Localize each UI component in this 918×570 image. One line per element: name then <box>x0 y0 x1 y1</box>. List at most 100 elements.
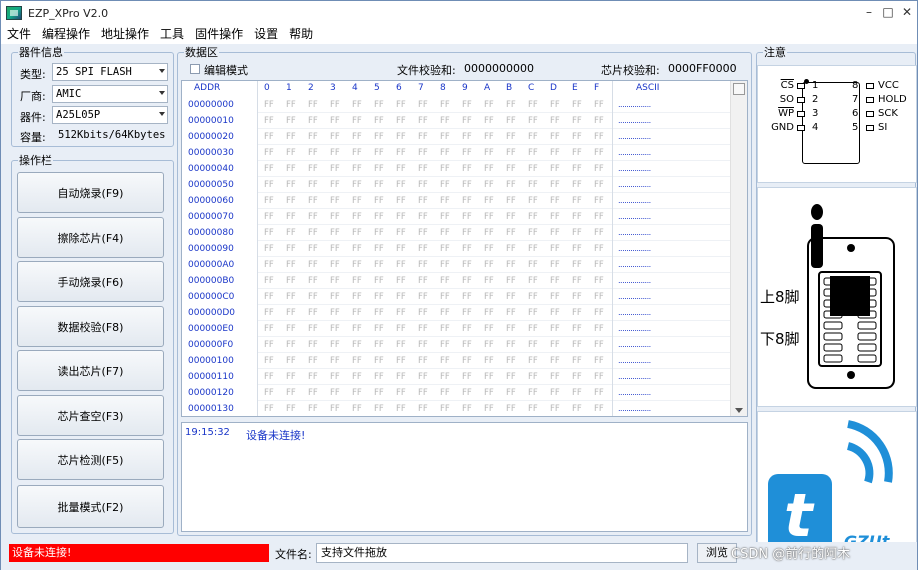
hex-byte[interactable]: FF <box>550 340 560 350</box>
hex-byte[interactable]: FF <box>286 132 296 142</box>
hex-byte[interactable]: FF <box>528 388 538 398</box>
hex-byte[interactable]: FF <box>374 324 384 334</box>
hex-byte[interactable]: FF <box>484 244 494 254</box>
hex-byte[interactable]: FF <box>462 212 472 222</box>
hex-byte[interactable]: FF <box>330 132 340 142</box>
hex-byte[interactable]: FF <box>550 356 560 366</box>
hex-byte[interactable]: FF <box>286 260 296 270</box>
hex-byte[interactable]: FF <box>572 116 582 126</box>
hex-byte[interactable]: FF <box>550 308 560 318</box>
hex-byte[interactable]: FF <box>374 340 384 350</box>
hex-byte[interactable]: FF <box>330 196 340 206</box>
hex-row[interactable]: 00000070 FF FF FF FF FF FF FF FF FF FF FF FF FF FF FF FF… <box>182 209 730 225</box>
chip-select[interactable]: A25L05P <box>52 106 168 124</box>
hex-byte[interactable]: FF <box>418 132 428 142</box>
hex-row[interactable]: 00000100 FF FF FF FF FF FF FF FF FF FF FF FF FF FF FF FF… <box>182 353 730 369</box>
hex-byte[interactable]: FF <box>506 244 516 254</box>
hex-byte[interactable]: FF <box>528 340 538 350</box>
hex-byte[interactable]: FF <box>418 260 428 270</box>
hex-byte[interactable]: FF <box>396 132 406 142</box>
hex-byte[interactable]: FF <box>528 356 538 366</box>
hex-byte[interactable]: FF <box>286 404 296 414</box>
hex-byte[interactable]: FF <box>484 132 494 142</box>
hex-byte[interactable]: FF <box>352 148 362 158</box>
hex-byte[interactable]: FF <box>440 372 450 382</box>
filename-field[interactable]: 支持文件拖放 <box>316 543 688 563</box>
hex-byte[interactable]: FF <box>484 116 494 126</box>
hex-byte[interactable]: FF <box>594 324 604 334</box>
hex-row[interactable]: 00000040 FF FF FF FF FF FF FF FF FF FF FF FF FF FF FF FF… <box>182 161 730 177</box>
hex-byte[interactable]: FF <box>594 244 604 254</box>
menu-program[interactable]: 编程操作 <box>36 25 95 44</box>
hex-byte[interactable]: FF <box>440 180 450 190</box>
hex-byte[interactable]: FF <box>484 260 494 270</box>
hex-byte[interactable]: FF <box>286 356 296 366</box>
hex-byte[interactable]: FF <box>440 404 450 414</box>
hex-byte[interactable]: FF <box>308 308 318 318</box>
hex-byte[interactable]: FF <box>572 340 582 350</box>
hex-byte[interactable]: FF <box>484 292 494 302</box>
verify-data-button[interactable]: 数据校验(F8) <box>17 306 164 347</box>
hex-byte[interactable]: FF <box>462 340 472 350</box>
hex-byte[interactable]: FF <box>396 148 406 158</box>
hex-byte[interactable]: FF <box>528 292 538 302</box>
hex-row[interactable]: 000000F0 FF FF FF FF FF FF FF FF FF FF FF FF FF FF FF FF… <box>182 337 730 353</box>
hex-byte[interactable]: FF <box>374 356 384 366</box>
hex-byte[interactable]: FF <box>286 372 296 382</box>
hex-byte[interactable]: FF <box>418 164 428 174</box>
hex-byte[interactable]: FF <box>440 340 450 350</box>
hex-byte[interactable]: FF <box>528 228 538 238</box>
hex-byte[interactable]: FF <box>286 244 296 254</box>
hex-byte[interactable]: FF <box>462 244 472 254</box>
hex-byte[interactable]: FF <box>330 308 340 318</box>
hex-byte[interactable]: FF <box>594 116 604 126</box>
hex-byte[interactable]: FF <box>440 212 450 222</box>
hex-byte[interactable]: FF <box>594 100 604 110</box>
hex-byte[interactable]: FF <box>594 148 604 158</box>
menu-address[interactable]: 地址操作 <box>95 25 154 44</box>
hex-byte[interactable]: FF <box>308 340 318 350</box>
hex-row[interactable]: 000000B0 FF FF FF FF FF FF FF FF FF FF FF FF FF FF FF FF… <box>182 273 730 289</box>
hex-byte[interactable]: FF <box>506 388 516 398</box>
hex-byte[interactable]: FF <box>396 244 406 254</box>
hex-byte[interactable]: FF <box>484 388 494 398</box>
hex-byte[interactable]: FF <box>528 260 538 270</box>
close-icon[interactable]: ✕ <box>901 6 913 18</box>
hex-byte[interactable]: FF <box>308 196 318 206</box>
hex-byte[interactable]: FF <box>462 132 472 142</box>
hex-byte[interactable]: FF <box>264 196 274 206</box>
auto-program-button[interactable]: 自动烧录(F9) <box>17 172 164 213</box>
manual-program-button[interactable]: 手动烧录(F6) <box>17 261 164 302</box>
scroll-thumb[interactable] <box>733 83 745 95</box>
hex-byte[interactable]: FF <box>330 260 340 270</box>
hex-byte[interactable]: FF <box>440 324 450 334</box>
hex-byte[interactable]: FF <box>462 292 472 302</box>
hex-byte[interactable]: FF <box>462 388 472 398</box>
hex-byte[interactable]: FF <box>440 356 450 366</box>
hex-byte[interactable]: FF <box>572 260 582 270</box>
hex-byte[interactable]: FF <box>506 212 516 222</box>
hex-byte[interactable]: FF <box>506 292 516 302</box>
hex-byte[interactable]: FF <box>550 132 560 142</box>
hex-byte[interactable]: FF <box>264 292 274 302</box>
hex-byte[interactable]: FF <box>528 148 538 158</box>
edit-mode-checkbox[interactable] <box>190 64 200 74</box>
hex-byte[interactable]: FF <box>594 260 604 270</box>
hex-byte[interactable]: FF <box>264 404 274 414</box>
hex-byte[interactable]: FF <box>572 212 582 222</box>
hex-byte[interactable]: FF <box>418 292 428 302</box>
hex-byte[interactable]: FF <box>352 404 362 414</box>
hex-byte[interactable]: FF <box>396 356 406 366</box>
hex-byte[interactable]: FF <box>506 308 516 318</box>
hex-byte[interactable]: FF <box>440 228 450 238</box>
hex-byte[interactable]: FF <box>352 196 362 206</box>
hex-byte[interactable]: FF <box>396 164 406 174</box>
hex-byte[interactable]: FF <box>308 132 318 142</box>
hex-byte[interactable]: FF <box>396 100 406 110</box>
hex-byte[interactable]: FF <box>396 260 406 270</box>
hex-byte[interactable]: FF <box>264 132 274 142</box>
hex-byte[interactable]: FF <box>352 372 362 382</box>
hex-byte[interactable]: FF <box>308 116 318 126</box>
hex-byte[interactable]: FF <box>418 228 428 238</box>
hex-byte[interactable]: FF <box>462 116 472 126</box>
